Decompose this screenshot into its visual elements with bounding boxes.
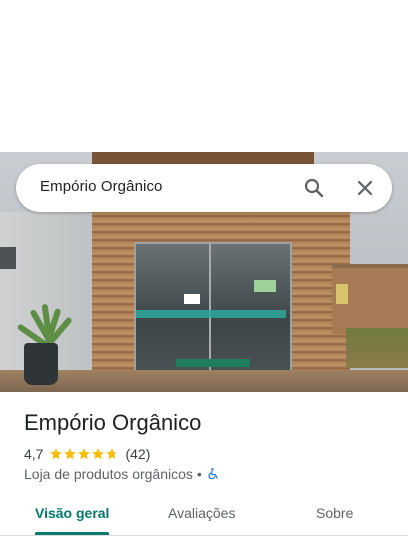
rating-stars — [49, 447, 119, 461]
rating-row[interactable]: 4,7 (42) — [24, 445, 150, 463]
star-half-icon — [106, 448, 119, 460]
rating-value: 4,7 — [24, 446, 44, 462]
search-bar[interactable]: Empório Orgânico — [16, 164, 392, 212]
tab-bar: Visão geral Avaliações Sobre — [0, 496, 408, 536]
star-icon — [78, 448, 91, 460]
star-icon — [92, 448, 105, 460]
review-count[interactable]: (42) — [125, 446, 150, 462]
tabs-divider — [0, 535, 408, 536]
close-icon[interactable] — [353, 176, 377, 200]
category-row: Loja de produtos orgânicos • — [24, 465, 220, 483]
storefront-door — [134, 242, 292, 374]
tab-overview[interactable]: Visão geral — [35, 505, 109, 521]
search-query-text[interactable]: Empório Orgânico — [40, 178, 163, 195]
search-icon[interactable] — [302, 176, 326, 200]
place-category: Loja de produtos orgânicos — [24, 466, 193, 482]
star-icon — [64, 448, 77, 460]
tab-about[interactable]: Sobre — [316, 505, 353, 521]
separator-dot: • — [196, 466, 202, 482]
plant-pot — [24, 343, 58, 385]
star-icon — [50, 448, 63, 460]
tab-reviews[interactable]: Avaliações — [168, 505, 235, 521]
place-title: Empório Orgânico — [24, 410, 202, 435]
wheelchair-accessible-icon — [208, 468, 218, 480]
blank-header-area — [0, 0, 408, 152]
